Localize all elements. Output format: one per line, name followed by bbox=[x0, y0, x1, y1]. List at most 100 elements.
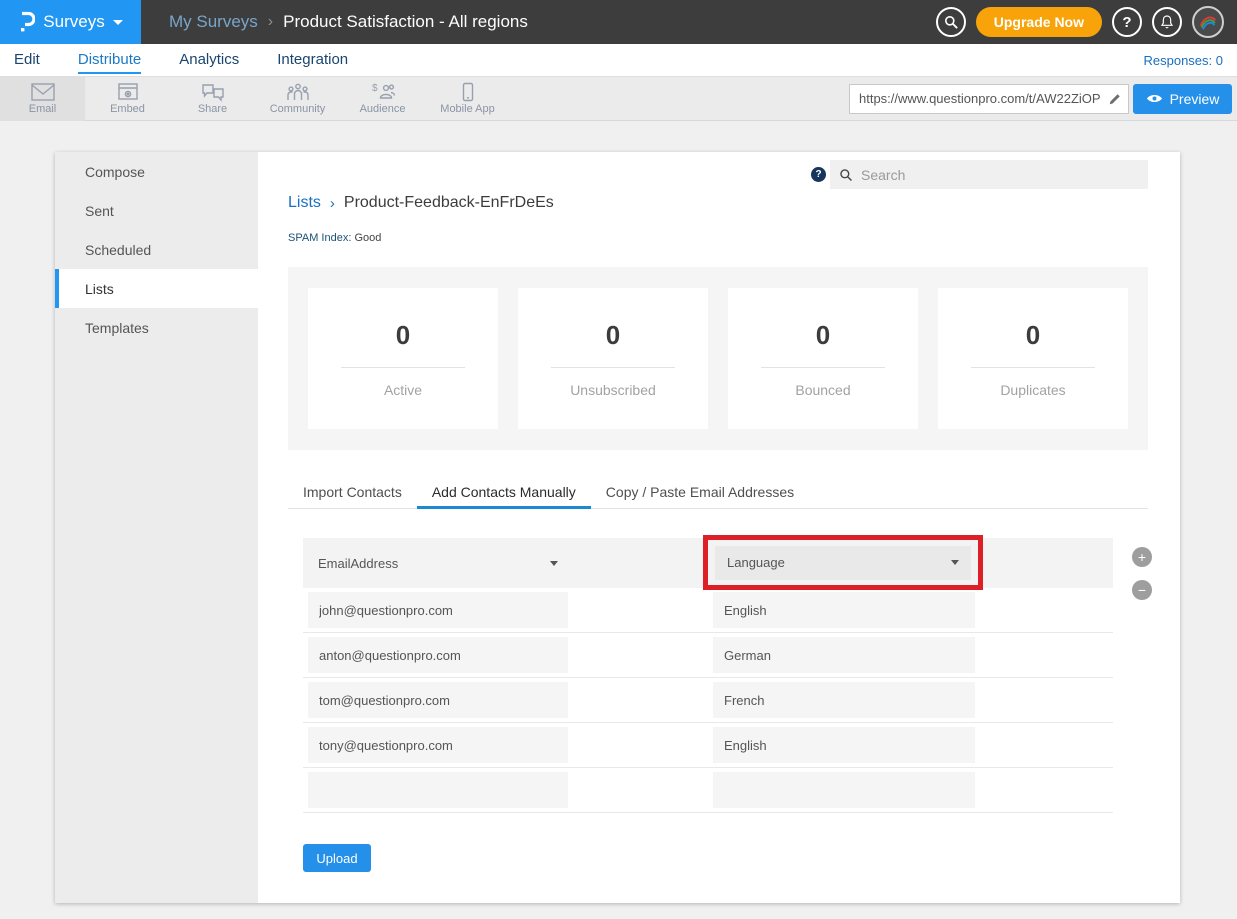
stat-value: 0 bbox=[728, 320, 918, 351]
stat-card-bounced: 0 Bounced bbox=[728, 288, 918, 429]
email-lists-panel: Compose Sent Scheduled Lists Templates ?… bbox=[55, 152, 1180, 903]
sidebar-item-templates[interactable]: Templates bbox=[55, 308, 258, 347]
tab-add-contacts-manually[interactable]: Add Contacts Manually bbox=[417, 478, 591, 509]
stat-label: Bounced bbox=[728, 382, 918, 398]
question-mark-icon: ? bbox=[1122, 14, 1131, 31]
breadcrumb-list-name: Product-Feedback-EnFrDeEs bbox=[344, 194, 554, 212]
breadcrumb-separator: › bbox=[268, 13, 273, 31]
phone-icon bbox=[461, 82, 475, 102]
language-input[interactable] bbox=[713, 727, 975, 763]
toolbar-item-community[interactable]: Community bbox=[255, 77, 340, 121]
upgrade-now-button[interactable]: Upgrade Now bbox=[976, 7, 1102, 37]
contacts-table: EmailAddress Language bbox=[303, 538, 1113, 813]
contacts-tabs: Import Contacts Add Contacts Manually Co… bbox=[288, 478, 1148, 509]
nav-tab-analytics[interactable]: Analytics bbox=[179, 46, 239, 74]
email-address-column-dropdown[interactable]: EmailAddress bbox=[308, 538, 568, 588]
survey-url-box bbox=[849, 84, 1129, 114]
email-input[interactable] bbox=[308, 592, 568, 628]
dollar-people-icon: $ bbox=[370, 82, 396, 102]
breadcrumb-my-surveys[interactable]: My Surveys bbox=[169, 12, 258, 32]
language-input[interactable] bbox=[713, 592, 975, 628]
nav-tab-integration[interactable]: Integration bbox=[277, 46, 348, 74]
stat-label: Active bbox=[308, 382, 498, 398]
lists-breadcrumb: Lists › Product-Feedback-EnFrDeEs bbox=[288, 194, 554, 212]
add-row-button[interactable]: + bbox=[1132, 547, 1152, 567]
nav-tab-distribute[interactable]: Distribute bbox=[78, 46, 141, 74]
toolbar-item-share[interactable]: Share bbox=[170, 77, 255, 121]
toolbar-item-audience[interactable]: $ Audience bbox=[340, 77, 425, 121]
survey-url-input[interactable] bbox=[859, 91, 1108, 106]
survey-link-area: Preview bbox=[849, 84, 1237, 114]
header-search-button[interactable] bbox=[936, 7, 966, 37]
top-header: Surveys My Surveys › Product Satisfactio… bbox=[0, 0, 1237, 44]
surveys-product-switcher[interactable]: Surveys bbox=[0, 0, 141, 44]
tab-import-contacts[interactable]: Import Contacts bbox=[288, 478, 417, 509]
sidebar-item-compose[interactable]: Compose bbox=[55, 152, 258, 191]
toolbar-item-mobile-app[interactable]: Mobile App bbox=[425, 77, 510, 121]
search-help-icon[interactable]: ? bbox=[811, 167, 826, 182]
contact-row bbox=[303, 633, 1113, 678]
lists-main-area: ? Lists › Product-Feedback-EnFrDeEs SPAM… bbox=[258, 152, 1180, 903]
header-actions: Upgrade Now ? bbox=[936, 6, 1237, 38]
remove-row-button[interactable]: − bbox=[1132, 580, 1152, 600]
svg-text:$: $ bbox=[372, 83, 378, 94]
language-input[interactable] bbox=[713, 682, 975, 718]
survey-nav: Edit Distribute Analytics Integration Re… bbox=[0, 44, 1237, 76]
stat-value: 0 bbox=[518, 320, 708, 351]
email-input[interactable] bbox=[308, 772, 568, 808]
eye-icon bbox=[1146, 93, 1163, 104]
contact-row bbox=[303, 588, 1113, 633]
stat-card-unsubscribed: 0 Unsubscribed bbox=[518, 288, 708, 429]
language-input[interactable] bbox=[713, 772, 975, 808]
header-breadcrumb: My Surveys › Product Satisfaction - All … bbox=[169, 12, 528, 32]
stat-label: Unsubscribed bbox=[518, 382, 708, 398]
contact-row bbox=[303, 723, 1113, 768]
upload-button[interactable]: Upload bbox=[303, 844, 371, 872]
chevron-down-icon bbox=[550, 561, 558, 566]
spam-index-value: Good bbox=[354, 232, 381, 244]
distribute-toolbar: Email Embed Share Community $ Audience bbox=[0, 76, 1237, 121]
language-input[interactable] bbox=[713, 637, 975, 673]
breadcrumb-survey-title: Product Satisfaction - All regions bbox=[283, 12, 528, 32]
edit-pencil-icon[interactable] bbox=[1108, 92, 1122, 106]
divider bbox=[761, 367, 885, 368]
nav-tab-edit[interactable]: Edit bbox=[14, 46, 40, 74]
divider bbox=[341, 367, 465, 368]
toolbar-item-embed[interactable]: Embed bbox=[85, 77, 170, 121]
email-input[interactable] bbox=[308, 727, 568, 763]
chat-bubbles-icon bbox=[201, 82, 225, 102]
browser-gear-icon bbox=[117, 82, 139, 102]
breadcrumb-lists-link[interactable]: Lists bbox=[288, 194, 321, 212]
language-column-dropdown[interactable]: Language bbox=[715, 546, 971, 580]
red-highlight-annotation: Language bbox=[703, 535, 983, 590]
stat-value: 0 bbox=[308, 320, 498, 351]
chevron-down-icon bbox=[951, 560, 959, 565]
responses-count: Responses: 0 bbox=[1144, 53, 1224, 68]
list-search-box bbox=[830, 160, 1148, 189]
stat-value: 0 bbox=[938, 320, 1128, 351]
toolbar-item-email[interactable]: Email bbox=[0, 77, 85, 121]
stat-label: Duplicates bbox=[938, 382, 1128, 398]
sidebar-item-scheduled[interactable]: Scheduled bbox=[55, 230, 258, 269]
email-input[interactable] bbox=[308, 637, 568, 673]
email-input[interactable] bbox=[308, 682, 568, 718]
help-button[interactable]: ? bbox=[1112, 7, 1142, 37]
user-avatar[interactable] bbox=[1192, 6, 1224, 38]
search-icon bbox=[943, 14, 959, 30]
product-name: Surveys bbox=[43, 12, 104, 32]
sidebar-item-lists[interactable]: Lists bbox=[55, 269, 258, 308]
breadcrumb-separator: › bbox=[330, 195, 335, 212]
chevron-down-icon bbox=[113, 20, 123, 25]
stat-card-active: 0 Active bbox=[308, 288, 498, 429]
email-sidebar: Compose Sent Scheduled Lists Templates bbox=[55, 152, 258, 903]
questionpro-logo-icon bbox=[18, 11, 35, 33]
notifications-button[interactable] bbox=[1152, 7, 1182, 37]
list-search-input[interactable] bbox=[861, 167, 1139, 183]
sidebar-item-sent[interactable]: Sent bbox=[55, 191, 258, 230]
tab-copy-paste-email-addresses[interactable]: Copy / Paste Email Addresses bbox=[591, 478, 809, 509]
stat-card-duplicates: 0 Duplicates bbox=[938, 288, 1128, 429]
divider bbox=[551, 367, 675, 368]
contact-row bbox=[303, 768, 1113, 813]
search-icon bbox=[839, 168, 853, 182]
preview-button[interactable]: Preview bbox=[1133, 84, 1232, 114]
